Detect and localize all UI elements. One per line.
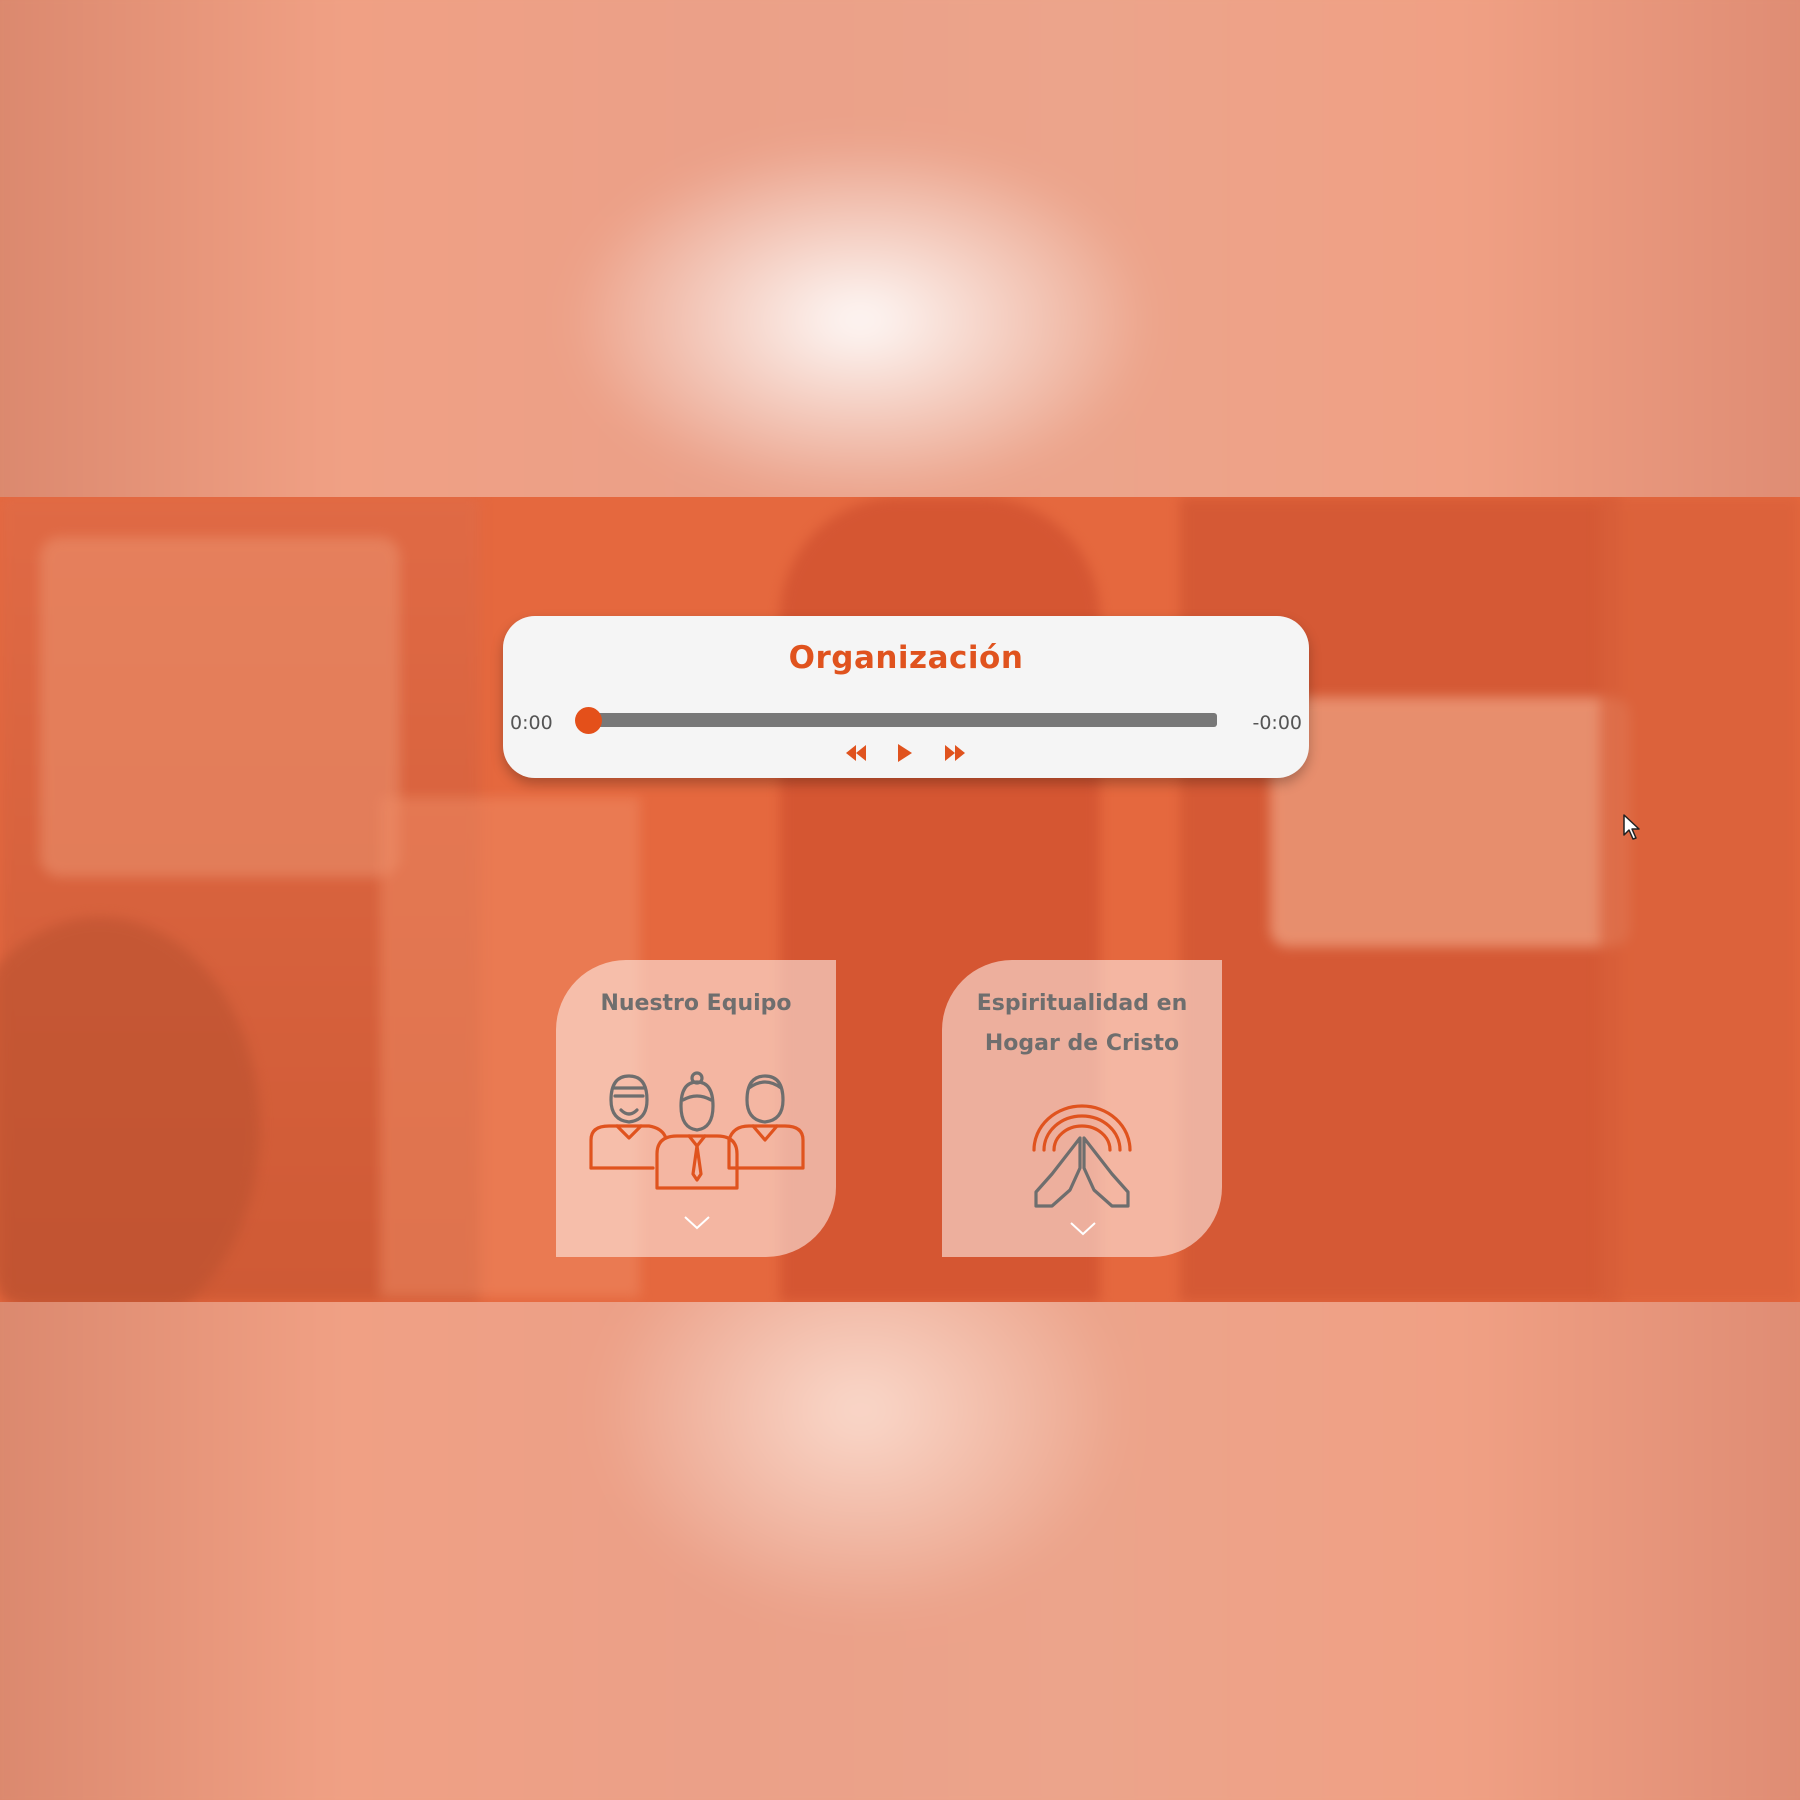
card-title-line1: Espiritualidad en <box>976 991 1188 1016</box>
team-people-icon <box>589 1070 805 1200</box>
fast-forward-icon[interactable] <box>943 742 967 766</box>
progress-thumb[interactable] <box>575 707 602 734</box>
progress-track[interactable] <box>589 713 1217 727</box>
chevron-down-icon[interactable] <box>683 1215 711 1235</box>
mouse-cursor-icon <box>1622 813 1642 845</box>
play-icon[interactable] <box>896 742 914 766</box>
card-nuestro-equipo[interactable]: Nuestro Equipo <box>556 960 836 1257</box>
praying-hands-icon <box>1030 1102 1134 1216</box>
remaining-time: -0:00 <box>1252 712 1302 734</box>
playback-controls <box>503 742 1309 766</box>
chevron-down-icon[interactable] <box>1069 1221 1097 1241</box>
player-title: Organización <box>788 640 1024 676</box>
card-title: Nuestro Equipo <box>566 984 826 1024</box>
elapsed-time: 0:00 <box>510 712 553 734</box>
rewind-icon[interactable] <box>844 742 868 766</box>
audio-player: Organización 0:00 -0:00 <box>503 616 1309 778</box>
card-espiritualidad[interactable]: Espiritualidad en Hogar de Cristo <box>942 960 1222 1257</box>
card-title-text: Nuestro Equipo <box>600 991 792 1016</box>
card-title: Espiritualidad en Hogar de Cristo <box>952 984 1212 1064</box>
card-title-line2: Hogar de Cristo <box>984 1031 1180 1056</box>
